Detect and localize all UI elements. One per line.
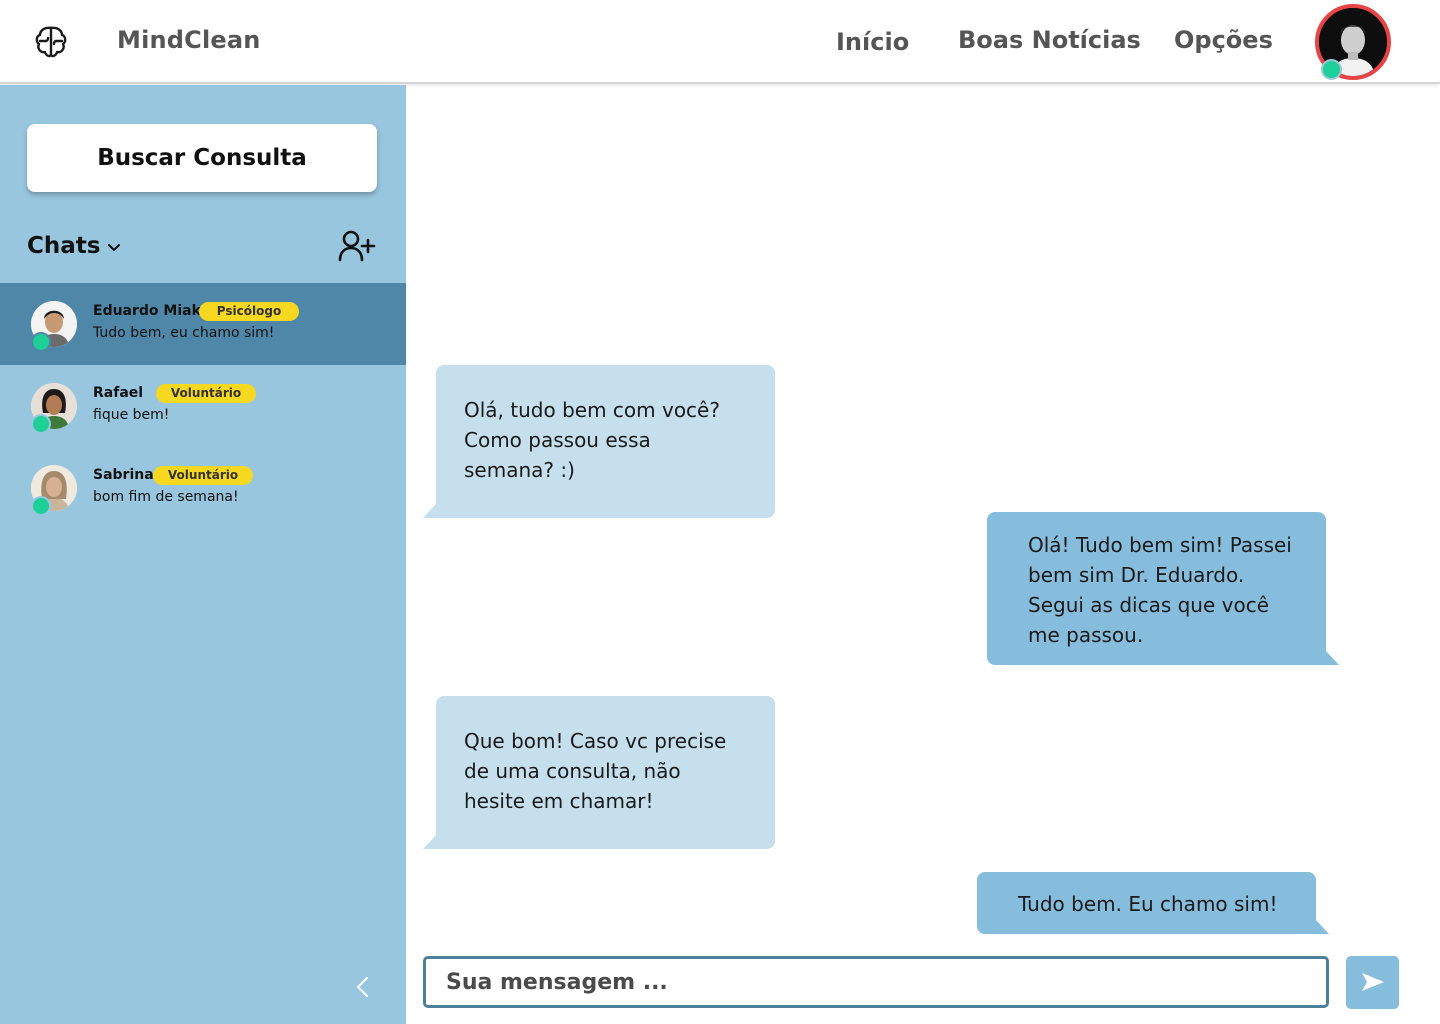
online-status-dot xyxy=(31,496,51,516)
nav-opcoes[interactable]: Opções xyxy=(1174,26,1273,54)
chat-last-message: fique bem! xyxy=(93,407,170,423)
message-text: Olá, tudo bem com você? Como passou essa… xyxy=(464,398,720,482)
chat-list-item[interactable]: Rafael Voluntário fique bem! xyxy=(0,365,406,447)
message-input[interactable] xyxy=(423,956,1329,1008)
add-user-icon[interactable] xyxy=(338,229,376,263)
chevron-down-icon xyxy=(108,244,121,251)
outgoing-message: Tudo bem. Eu chamo sim! xyxy=(977,872,1329,934)
chat-last-message: Tudo bem, eu chamo sim! xyxy=(93,325,275,341)
role-badge: Voluntário xyxy=(153,466,253,485)
send-icon xyxy=(1362,973,1384,991)
incoming-message: Olá, tudo bem com você? Como passou essa… xyxy=(423,365,775,518)
send-button[interactable] xyxy=(1346,956,1399,1009)
chat-contact-name: Sabrina xyxy=(93,467,154,483)
chat-contact-name: Rafael xyxy=(93,385,144,401)
outgoing-message: Olá! Tudo bem sim! Passei bem sim Dr. Ed… xyxy=(987,512,1339,665)
chat-list-item[interactable]: Eduardo Miaki Psicólogo Tudo bem, eu cha… xyxy=(0,283,406,365)
brand-name: MindClean xyxy=(117,26,261,54)
online-status-dot xyxy=(1321,59,1342,80)
nav-inicio[interactable]: Início xyxy=(836,28,909,56)
chats-dropdown[interactable]: Chats xyxy=(27,233,122,259)
message-text: Que bom! Caso vc precise de uma consulta… xyxy=(464,729,727,813)
chat-contact-name: Eduardo Miaki xyxy=(93,303,206,319)
brain-icon[interactable] xyxy=(34,25,68,59)
chat-last-message: bom fim de semana! xyxy=(93,489,239,505)
online-status-dot xyxy=(31,414,51,434)
role-badge: Voluntário xyxy=(156,384,256,403)
nav-boas-noticias[interactable]: Boas Notícias xyxy=(958,26,1141,54)
incoming-message: Que bom! Caso vc precise de uma consulta… xyxy=(423,696,775,849)
message-text: Tudo bem. Eu chamo sim! xyxy=(1018,892,1278,916)
message-text: Olá! Tudo bem sim! Passei bem sim Dr. Ed… xyxy=(1028,533,1292,647)
role-badge: Psicólogo xyxy=(199,302,299,321)
chats-label: Chats xyxy=(27,233,101,259)
chevron-left-icon[interactable] xyxy=(352,975,374,999)
chat-list-item[interactable]: Sabrina Voluntário bom fim de semana! xyxy=(0,447,406,529)
top-navbar: MindClean Início Boas Notícias Opções xyxy=(0,0,1440,84)
buscar-consulta-button[interactable]: Buscar Consulta xyxy=(27,124,377,192)
sidebar: Buscar Consulta Chats Eduardo Miaki Psic… xyxy=(0,85,406,1024)
online-status-dot xyxy=(31,332,51,352)
